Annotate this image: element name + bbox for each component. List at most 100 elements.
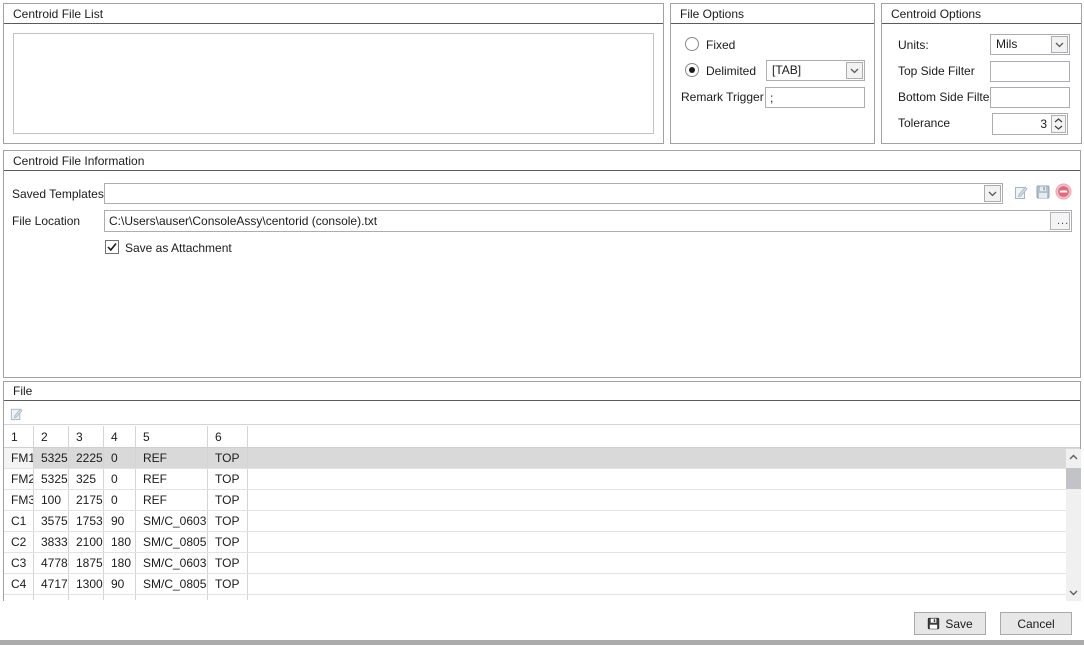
save-button[interactable]: Save (914, 612, 986, 635)
save-as-attachment-label: Save as Attachment (125, 241, 232, 255)
table-cell[interactable]: SM/C_0603 (136, 553, 208, 573)
centroid-file-listbox[interactable] (13, 33, 654, 134)
table-cell[interactable]: 180 (104, 532, 136, 552)
table-row[interactable]: C347781875180SM/C_0603TOP (4, 553, 1080, 574)
remark-trigger-input[interactable] (765, 87, 865, 108)
table-cell[interactable]: 2100 (69, 532, 104, 552)
file-location-label: File Location (12, 214, 80, 228)
table-cell[interactable]: FM2 (4, 469, 34, 489)
scroll-up-icon[interactable] (1066, 449, 1081, 465)
table-cell[interactable]: 90 (104, 574, 136, 594)
table-cell[interactable]: C3 (4, 553, 34, 573)
top-side-filter-input[interactable] (990, 61, 1070, 82)
check-icon (106, 241, 118, 253)
table-cell[interactable]: REF (136, 490, 208, 510)
table-cell[interactable]: 4778 (34, 553, 69, 573)
filler-cell (208, 595, 248, 600)
units-combo[interactable]: Mils (990, 34, 1070, 55)
delimited-radio[interactable] (685, 63, 699, 77)
table-cell[interactable]: 0 (104, 448, 136, 468)
save-icon (1035, 184, 1051, 200)
table-row[interactable]: C238332100180SM/C_0805TOP (4, 532, 1080, 553)
table-cell[interactable]: 1753 (69, 511, 104, 531)
table-cell[interactable]: SM/C_0805 (136, 532, 208, 552)
tolerance-spinner[interactable] (1051, 115, 1066, 133)
table-cell-filler (248, 553, 1080, 573)
table-row[interactable]: C44717130090SM/C_0805TOP (4, 574, 1080, 595)
table-cell[interactable]: TOP (208, 511, 248, 531)
table-cell[interactable]: 90 (104, 511, 136, 531)
cancel-button-label: Cancel (1017, 617, 1054, 631)
bottom-side-filter-label: Bottom Side Filter (898, 90, 993, 104)
table-cell[interactable]: TOP (208, 469, 248, 489)
table-cell[interactable]: 4717 (34, 574, 69, 594)
bottom-side-filter-input[interactable] (990, 87, 1070, 108)
window-bottom-edge (0, 640, 1084, 645)
table-cell[interactable]: 3833 (34, 532, 69, 552)
table-cell[interactable]: TOP (208, 553, 248, 573)
column-header[interactable]: 5 (136, 426, 208, 447)
table-cell[interactable]: 2175 (69, 490, 104, 510)
column-header-filler (248, 426, 1080, 447)
table-vertical-scrollbar[interactable] (1066, 449, 1081, 601)
table-cell[interactable]: C1 (4, 511, 34, 531)
centroid-file-dialog: Centroid File List File Options Fixed De… (0, 0, 1084, 646)
table-row[interactable]: C13575175390SM/C_0603TOP (4, 511, 1080, 532)
column-header[interactable]: 1 (4, 426, 34, 447)
scroll-down-icon[interactable] (1066, 585, 1081, 601)
table-cell[interactable]: TOP (208, 490, 248, 510)
edit-file-button[interactable] (8, 405, 25, 422)
table-cell[interactable]: TOP (208, 532, 248, 552)
table-cell-filler (248, 574, 1080, 594)
table-cell[interactable]: SM/C_0603 (136, 511, 208, 531)
file-location-input[interactable] (104, 210, 1072, 232)
table-cell[interactable]: C2 (4, 532, 34, 552)
edit-icon (9, 406, 24, 421)
browse-button[interactable]: ... (1050, 212, 1070, 230)
filler-cell (104, 595, 136, 600)
save-as-attachment-checkbox[interactable] (105, 240, 119, 254)
file-panel: File 123456 FM1532522250REFTOPFM25325325… (3, 381, 1081, 601)
table-cell[interactable]: REF (136, 448, 208, 468)
table-cell[interactable]: FM3 (4, 490, 34, 510)
table-cell[interactable]: 1875 (69, 553, 104, 573)
spinner-down-icon (1054, 125, 1063, 130)
table-cell[interactable]: 0 (104, 490, 136, 510)
table-cell[interactable]: SM/C_0805 (136, 574, 208, 594)
table-cell[interactable]: TOP (208, 574, 248, 594)
table-cell[interactable]: 5325 (34, 469, 69, 489)
table-cell[interactable]: REF (136, 469, 208, 489)
table-row[interactable]: FM310021750REFTOP (4, 490, 1080, 511)
delete-template-button[interactable] (1054, 182, 1073, 201)
save-template-button[interactable] (1033, 182, 1052, 201)
units-label: Units: (898, 38, 929, 52)
table-cell[interactable]: 2225 (69, 448, 104, 468)
table-cell[interactable]: 5325 (34, 448, 69, 468)
table-cell[interactable]: FM1 (4, 448, 34, 468)
delimiter-combo-value: [TAB] (767, 61, 845, 80)
table-cell[interactable]: 3575 (34, 511, 69, 531)
scrollbar-thumb[interactable] (1066, 468, 1081, 489)
column-header[interactable]: 6 (208, 426, 248, 447)
column-header[interactable]: 2 (34, 426, 69, 447)
table-row[interactable]: FM1532522250REFTOP (4, 448, 1080, 469)
fixed-radio[interactable] (685, 37, 699, 51)
column-header[interactable]: 3 (69, 426, 104, 447)
column-header[interactable]: 4 (104, 426, 136, 447)
saved-templates-combo[interactable] (104, 183, 1003, 204)
chevron-down-icon[interactable] (984, 185, 1001, 202)
edit-template-button[interactable] (1011, 182, 1030, 201)
chevron-down-icon[interactable] (846, 62, 863, 79)
cancel-button[interactable]: Cancel (1000, 612, 1072, 635)
table-cell[interactable]: C4 (4, 574, 34, 594)
table-cell[interactable]: TOP (208, 448, 248, 468)
table-cell[interactable]: 100 (34, 490, 69, 510)
chevron-down-icon[interactable] (1051, 36, 1068, 53)
table-cell[interactable]: 1300 (69, 574, 104, 594)
delimiter-combo[interactable]: [TAB] (766, 60, 865, 81)
table-cell[interactable]: 0 (104, 469, 136, 489)
table-row[interactable]: FM253253250REFTOP (4, 469, 1080, 490)
table-cell[interactable]: 180 (104, 553, 136, 573)
table-cell[interactable]: 325 (69, 469, 104, 489)
edit-icon (1013, 184, 1029, 200)
